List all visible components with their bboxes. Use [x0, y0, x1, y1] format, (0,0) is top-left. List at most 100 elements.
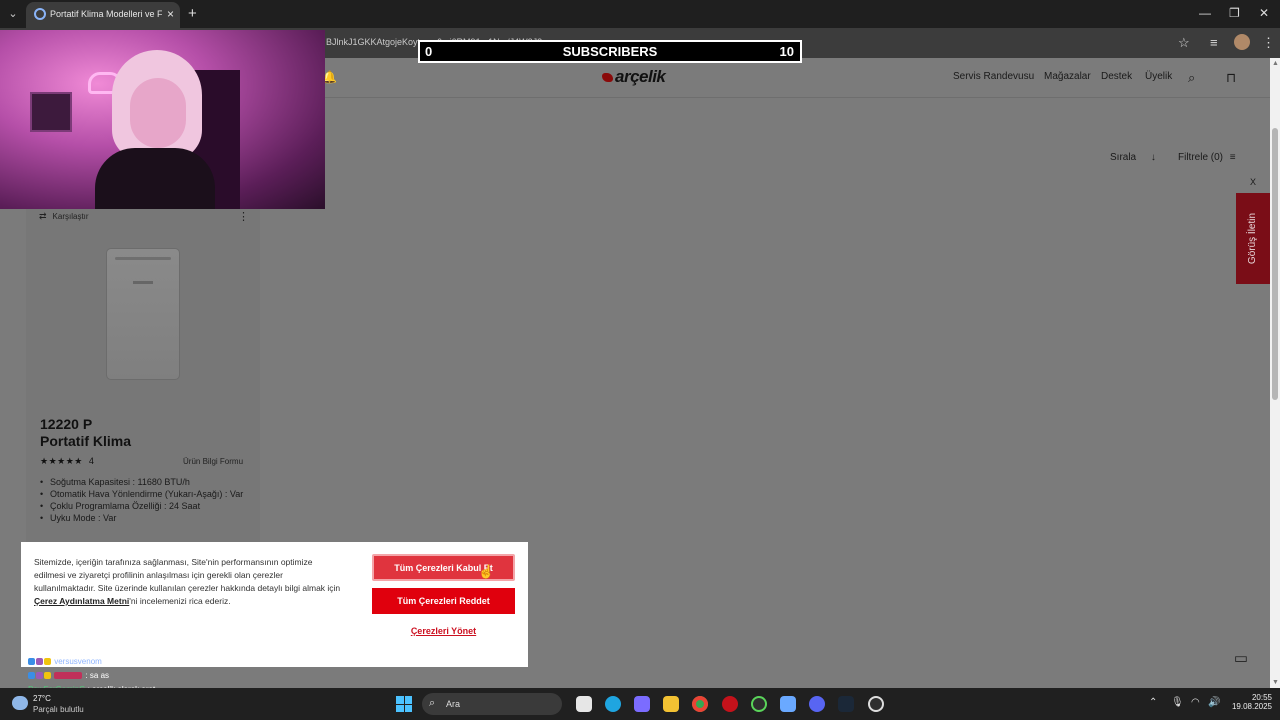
chat-badge-icon — [28, 672, 35, 680]
nav-magazalar[interactable]: Mağazalar — [1044, 71, 1091, 82]
product-features: Soğutma Kapasitesi : 11680 BTU/h Otomati… — [40, 476, 252, 524]
mic-icon[interactable]: 🎙 — [1171, 697, 1184, 708]
app-red-icon[interactable] — [722, 696, 738, 712]
cookie-text: Sitemizde, içeriğin tarafınıza sağlanmas… — [34, 556, 344, 608]
page-scrollbar[interactable]: ▲ ▼ — [1270, 58, 1280, 688]
start-button-icon[interactable] — [396, 696, 412, 712]
windows-taskbar: 27°C Parçalı bulutlu ⌕ Ara ⌃ 🎙 ◠ 🔊 20:55… — [0, 688, 1280, 720]
copilot-icon[interactable] — [634, 696, 650, 712]
product-model-number: 12220 P — [40, 416, 93, 432]
profile-avatar[interactable] — [1234, 34, 1250, 50]
chat-username: versusvenom — [54, 657, 102, 666]
nav-destek[interactable]: Destek — [1101, 71, 1132, 82]
webcam-person-face — [130, 78, 186, 148]
sub-goal: 10 — [779, 44, 794, 59]
clock-date: 19.08.2025 — [1231, 702, 1272, 711]
rating-stars-icon: ★★★★★ — [40, 456, 83, 466]
tab-close-icon[interactable]: × — [167, 7, 174, 21]
sort-label: Sırala — [1110, 152, 1137, 163]
task-view-icon[interactable] — [576, 696, 592, 712]
manage-cookies-link[interactable]: Çerezleri Yönet — [372, 626, 515, 636]
app-green-icon[interactable] — [751, 696, 767, 712]
cookie-text-main: Sitemizde, içeriğin tarafınıza sağlanmas… — [34, 557, 341, 593]
feedback-label: Görüş İletin — [1247, 212, 1258, 265]
cart-icon[interactable]: ⊓ — [1226, 70, 1236, 86]
restore-icon[interactable]: ❐ — [1229, 6, 1240, 20]
file-explorer-icon[interactable] — [663, 696, 679, 712]
logo-text: arçelik — [615, 67, 666, 86]
browser-tab-bar: ⌄ Portatif Klima Modelleri ve Fiyatları … — [0, 0, 1280, 28]
webcam-overlay — [0, 30, 325, 209]
filter-label: Filtrele (0) — [1178, 152, 1224, 163]
reading-list-icon[interactable]: ≡ — [1210, 35, 1218, 50]
minimize-icon[interactable]: — — [1199, 6, 1211, 20]
chat-badge-icon — [36, 672, 43, 680]
bookmark-star-icon[interactable]: ☆ — [1178, 35, 1190, 51]
browser-tab[interactable]: Portatif Klima Modelleri ve Fiyatları × — [26, 2, 180, 28]
rating-count: 4 — [88, 456, 95, 466]
scroll-up-icon[interactable]: ▲ — [1272, 60, 1279, 67]
clock-time: 20:55 — [1251, 693, 1272, 702]
product-model[interactable]: 12220 P Portatif Klima — [40, 416, 131, 450]
site-logo[interactable]: arçelik — [602, 67, 666, 87]
taskbar-search-label: Ara — [446, 699, 461, 709]
sort-button[interactable]: Sırala ↓ — [1110, 152, 1156, 163]
sort-arrow-icon: ↓ — [1150, 152, 1156, 163]
chat-badge-icon — [28, 658, 35, 666]
tab-search-icon[interactable]: ⌄ — [4, 5, 22, 23]
steam-icon[interactable] — [838, 696, 854, 712]
chat-message: guzeeeel krzzz — [108, 657, 162, 666]
logo-mark-icon — [602, 73, 613, 82]
system-clock[interactable]: 20:55 19.08.2025 — [1228, 693, 1272, 711]
filter-lines-icon: ≡ — [1229, 152, 1236, 163]
tray-chevron-icon[interactable]: ⌃ — [1149, 697, 1157, 708]
nav-servis-randevusu[interactable]: Servis Randevusu — [953, 71, 1034, 82]
compare-label: Karşılaştır — [52, 212, 89, 221]
chat-badge-icon — [44, 658, 51, 666]
chat-username-censored — [54, 672, 83, 680]
discord-icon[interactable] — [809, 696, 825, 712]
product-rating: ★★★★★ 4 — [40, 456, 94, 467]
nav-uyelik[interactable]: Üyelik — [1145, 71, 1172, 82]
browser-menu-icon[interactable]: ⋮ — [1262, 35, 1275, 51]
tab-title: Portatif Klima Modelleri ve Fiyatları — [50, 9, 162, 19]
app-gear-icon[interactable] — [780, 696, 796, 712]
feature-item: Çoklu Programlama Özelliği : 24 Saat — [40, 500, 252, 512]
weather-desc[interactable]: Parçalı bulutlu — [33, 705, 84, 714]
product-options-icon[interactable]: ⋮ — [238, 210, 249, 223]
cookie-policy-link[interactable]: Çerez Aydınlatma Metni — [34, 596, 129, 606]
chrome-icon[interactable] — [692, 696, 708, 712]
feedback-close-button[interactable]: X — [1250, 177, 1256, 187]
filter-button[interactable]: Filtrele (0) ≡ — [1178, 152, 1236, 163]
compare-arrows-icon: ⇄ — [39, 211, 47, 221]
reject-all-cookies-button[interactable]: Tüm Çerezleri Reddet — [372, 588, 515, 614]
favicon-icon — [34, 8, 46, 20]
obs-icon[interactable] — [868, 696, 884, 712]
chat-badge-icon — [44, 672, 51, 680]
chat-line: versusvenom : guzeeeel krzzz — [28, 655, 162, 669]
webcam-shelf — [30, 92, 72, 132]
live-chat-icon[interactable]: ▭ — [1228, 646, 1254, 672]
chat-badge-icon — [36, 658, 43, 666]
scrollbar-thumb[interactable] — [1272, 128, 1278, 400]
product-model-type: Portatif Klima — [40, 433, 132, 449]
new-tab-icon[interactable]: + — [188, 5, 197, 22]
feature-item: Otomatik Hava Yönlendirme (Yukarı-Aşağı)… — [40, 488, 252, 500]
compare-toggle[interactable]: ⇄ Karşılaştır — [39, 211, 89, 222]
feedback-tab[interactable]: Görüş İletin — [1236, 193, 1270, 284]
subscriber-goal-bar: 0 SUBSCRIBERS 10 — [418, 40, 802, 63]
window-close-icon[interactable]: ✕ — [1259, 6, 1269, 20]
search-icon[interactable]: ⌕ — [1188, 70, 1195, 86]
weather-temp[interactable]: 27°C — [33, 694, 51, 703]
wifi-icon[interactable]: ◠ — [1191, 697, 1200, 708]
feature-item: Soğutma Kapasitesi : 11680 BTU/h — [40, 476, 252, 488]
taskbar-search[interactable]: ⌕ Ara — [422, 693, 562, 715]
cookie-text-end: 'ni incelemenizi rica ederiz. — [129, 596, 231, 606]
search-icon: ⌕ — [429, 697, 436, 709]
edge-icon[interactable] — [605, 696, 621, 712]
product-image[interactable] — [106, 248, 180, 380]
volume-icon[interactable]: 🔊 — [1208, 697, 1220, 708]
product-info-form-link[interactable]: Ürün Bilgi Formu — [183, 457, 243, 466]
weather-cloud-icon[interactable] — [12, 696, 28, 710]
scroll-down-icon[interactable]: ▼ — [1272, 679, 1279, 686]
